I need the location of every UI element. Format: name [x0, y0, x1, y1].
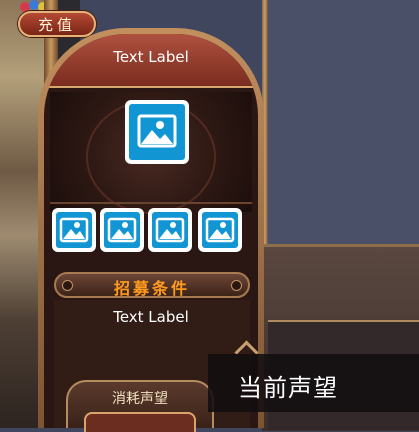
portrait-area [50, 92, 252, 214]
consume-reputation-label: 消耗声望 [112, 391, 168, 407]
current-reputation-text: 当前声望 [238, 374, 338, 402]
reward-slots-row [48, 206, 254, 258]
slot-image-icon-3[interactable] [148, 208, 192, 252]
consume-reputation-tab[interactable]: 消耗声望 [66, 380, 214, 432]
slot-image-icon-4[interactable] [198, 208, 242, 252]
card-header: Text Label [44, 34, 258, 88]
slot-image-icon-2[interactable] [100, 208, 144, 252]
recruit-conditions-title: 招募条件 [113, 279, 190, 298]
card-title: Text Label [113, 48, 189, 66]
section-divider [50, 202, 252, 204]
consume-reputation-button[interactable] [84, 412, 196, 432]
slot-image-icon-1[interactable] [52, 208, 96, 252]
portrait-image-icon[interactable] [125, 100, 189, 164]
stud-icon-right [231, 280, 242, 291]
recruit-conditions-text: Text Label [113, 308, 189, 326]
current-reputation-tooltip: 当前声望 [208, 354, 419, 412]
recruit-conditions-header: 招募条件 [54, 272, 250, 298]
